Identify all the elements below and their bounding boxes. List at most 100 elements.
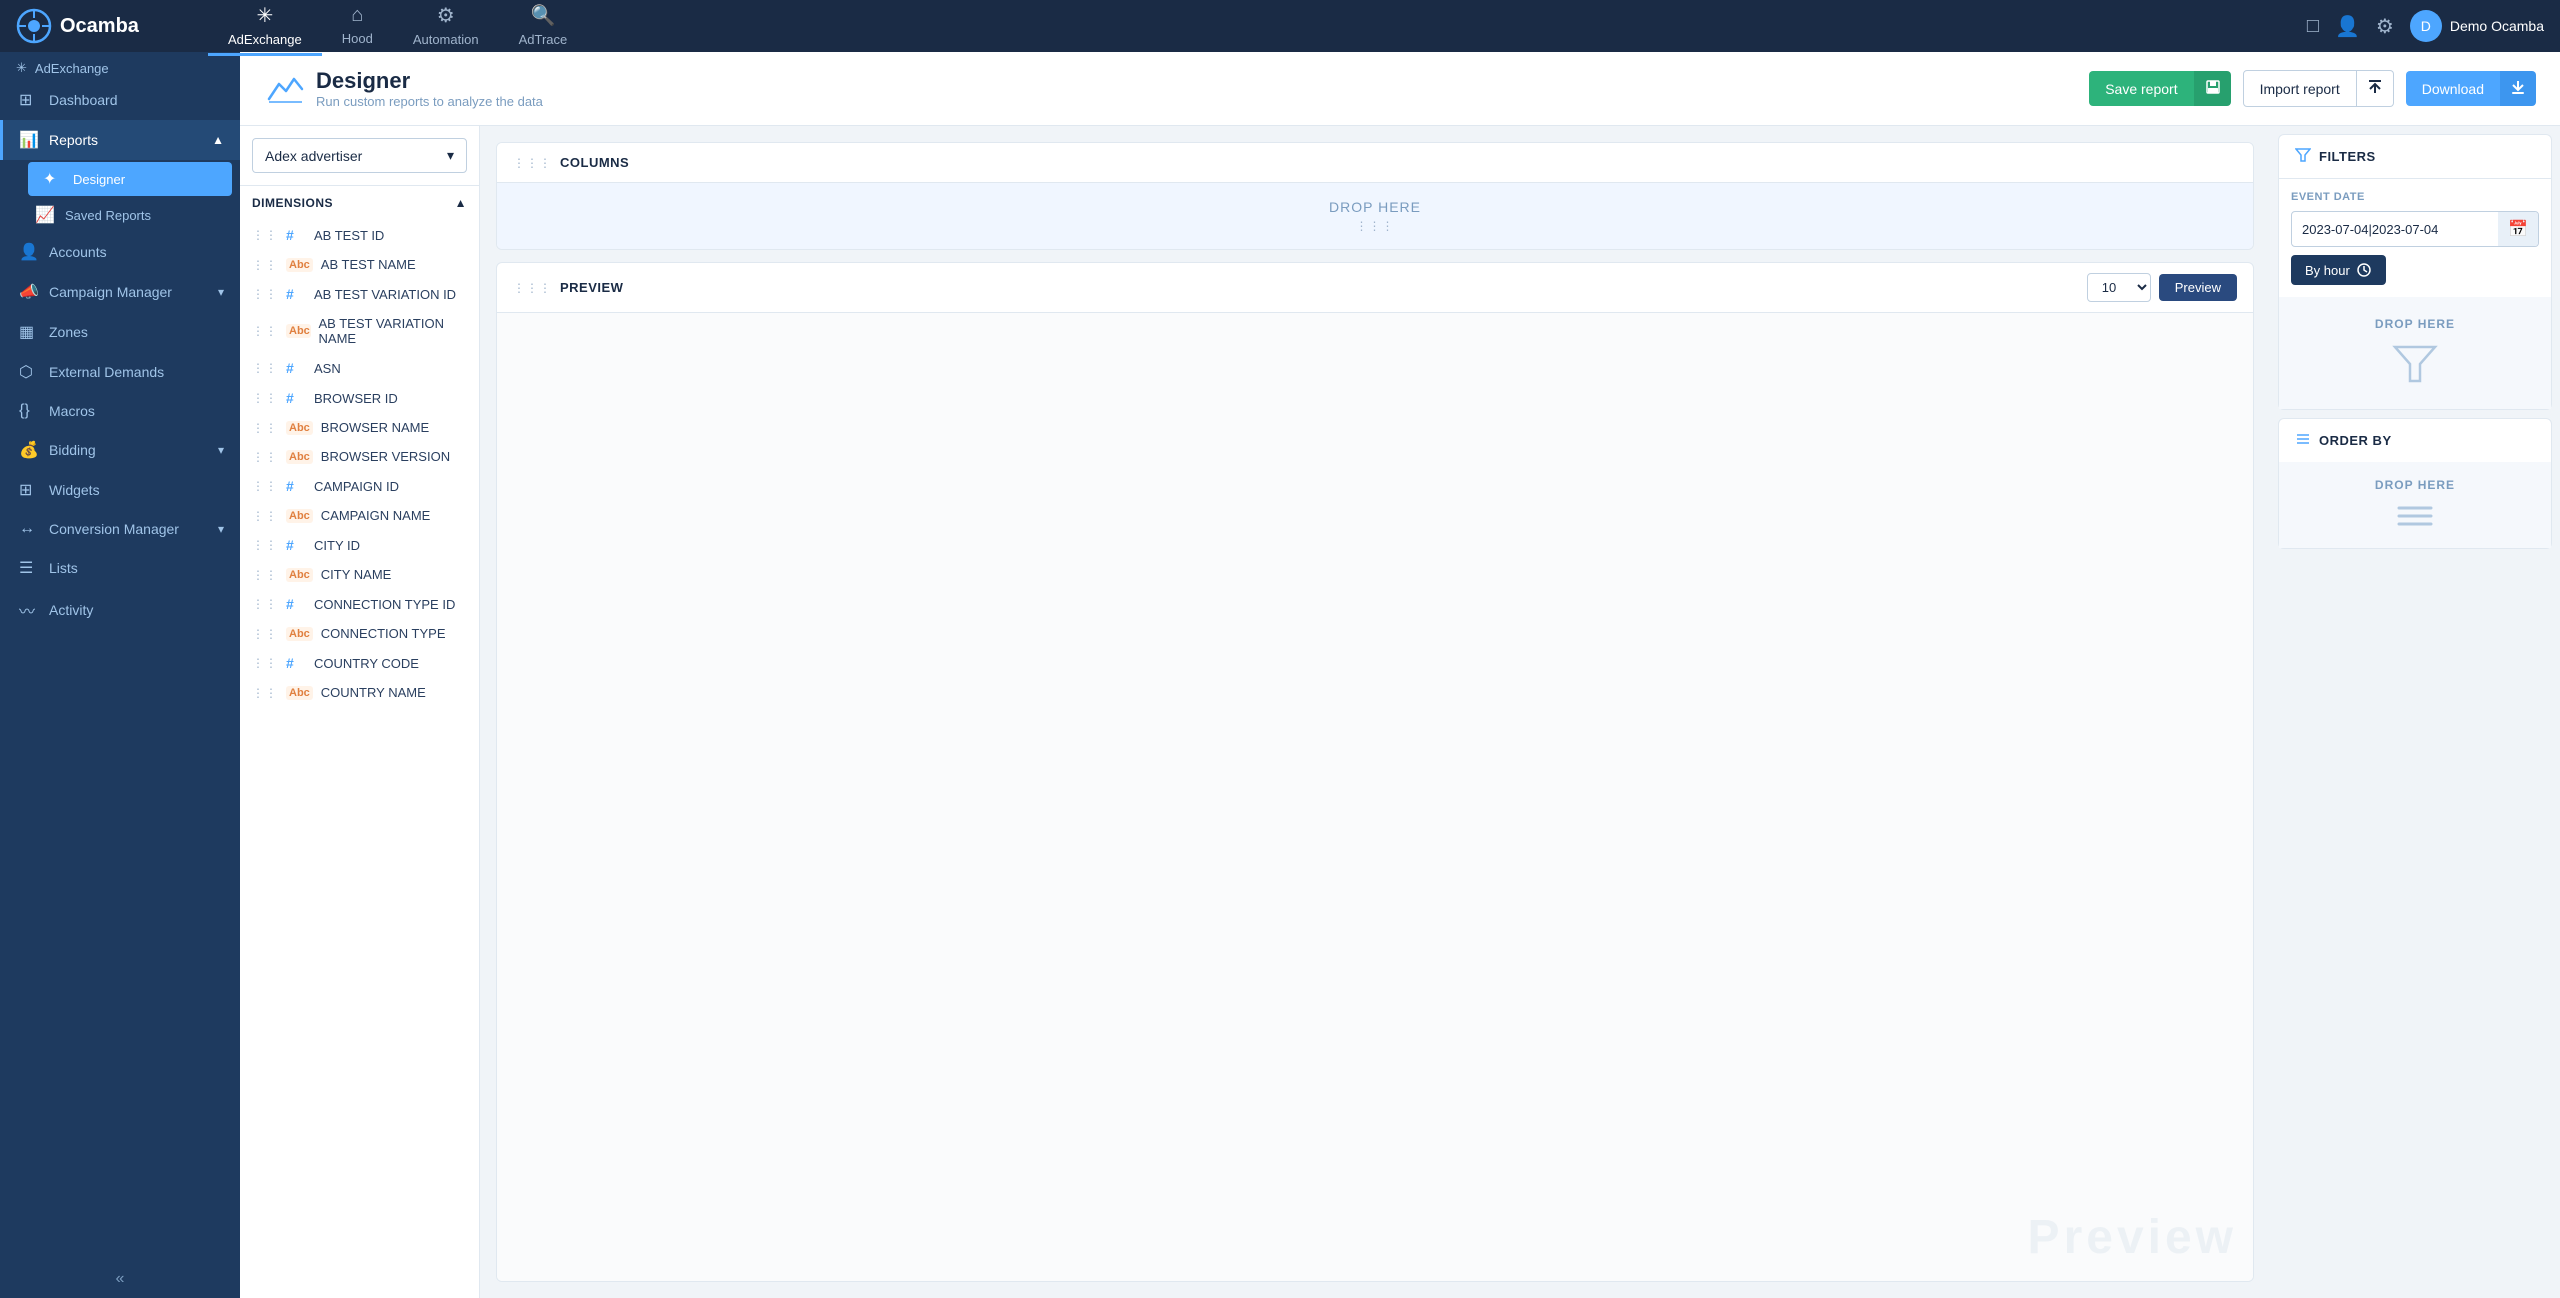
columns-drop-zone[interactable]: DROP HERE ⋮⋮⋮ bbox=[497, 183, 2253, 249]
type-abc-icon: Abc bbox=[286, 324, 311, 338]
preview-header-right: 10 25 50 100 Preview bbox=[2087, 273, 2237, 302]
preview-count-select[interactable]: 10 25 50 100 bbox=[2087, 273, 2151, 302]
list-item[interactable]: ⋮⋮ # COUNTRY CODE bbox=[240, 648, 479, 678]
list-item[interactable]: ⋮⋮ Abc BROWSER VERSION bbox=[240, 442, 479, 471]
logo[interactable]: Ocamba bbox=[16, 8, 176, 44]
sidebar-item-zones[interactable]: ▦ Zones bbox=[0, 312, 240, 352]
by-hour-button[interactable]: By hour bbox=[2291, 255, 2386, 285]
sidebar-item-reports[interactable]: 📊 Reports ▲ bbox=[0, 120, 240, 160]
page-header-text: Designer Run custom reports to analyze t… bbox=[316, 68, 543, 109]
page-title: Designer bbox=[316, 68, 543, 94]
sidebar-item-dashboard[interactable]: ⊞ Dashboard bbox=[0, 80, 240, 120]
dimensions-collapse-icon[interactable]: ▲ bbox=[455, 196, 467, 210]
list-item[interactable]: ⋮⋮ Abc CAMPAIGN NAME bbox=[240, 501, 479, 530]
columns-header: ⋮⋮⋮ COLUMNS bbox=[497, 143, 2253, 183]
sidebar-item-activity[interactable]: 〰 Activity bbox=[0, 588, 240, 632]
drag-handle-icon: ⋮⋮ bbox=[252, 228, 278, 242]
list-item[interactable]: ⋮⋮ Abc CONNECTION TYPE bbox=[240, 619, 479, 648]
calendar-icon[interactable]: 📅 bbox=[2498, 212, 2538, 246]
order-drop-text: DROP HERE bbox=[2375, 478, 2455, 492]
sidebar-item-campaign-manager[interactable]: 📣 Campaign Manager ▾ bbox=[0, 272, 240, 312]
type-hash-icon: # bbox=[286, 596, 306, 612]
sidebar-item-widgets[interactable]: ⊞ Widgets bbox=[0, 470, 240, 510]
filter-drop-icon bbox=[2390, 339, 2440, 389]
type-abc-icon: Abc bbox=[286, 568, 313, 582]
save-report-icon-button[interactable] bbox=[2194, 71, 2231, 106]
order-drop-icon bbox=[2395, 500, 2435, 532]
list-item[interactable]: ⋮⋮ Abc AB TEST NAME bbox=[240, 250, 479, 279]
sidebar-item-bidding[interactable]: 💰 Bidding ▾ bbox=[0, 430, 240, 470]
drag-handle-icon: ⋮⋮ bbox=[252, 509, 278, 523]
drag-handle-icon: ⋮⋮ bbox=[252, 421, 278, 435]
inbox-icon[interactable]: □ bbox=[2307, 15, 2319, 38]
list-item[interactable]: ⋮⋮ # CITY ID bbox=[240, 530, 479, 560]
order-by-drop-zone[interactable]: DROP HERE bbox=[2279, 462, 2551, 548]
download-button[interactable]: Download bbox=[2406, 71, 2500, 106]
nav-automation[interactable]: ⚙ Automation bbox=[393, 0, 499, 56]
page-header-actions: Save report Import report bbox=[2089, 70, 2536, 107]
content-area: Designer Run custom reports to analyze t… bbox=[240, 52, 2560, 1298]
sidebar-collapse-button[interactable]: « bbox=[0, 1260, 240, 1298]
preview-header: ⋮⋮⋮ PREVIEW 10 25 50 100 Preview bbox=[497, 263, 2253, 313]
page-subtitle: Run custom reports to analyze the data bbox=[316, 94, 543, 109]
dimension-type-select[interactable]: Adex advertiser ▾ bbox=[252, 138, 467, 173]
type-hash-icon: # bbox=[286, 655, 306, 671]
lists-icon: ☰ bbox=[19, 558, 39, 578]
drag-handle-icon: ⋮⋮ bbox=[252, 324, 278, 338]
preview-section: ⋮⋮⋮ PREVIEW 10 25 50 100 Preview bbox=[496, 262, 2254, 1282]
sidebar-item-external-demands[interactable]: ⬡ External Demands bbox=[0, 352, 240, 392]
preview-header-left: ⋮⋮⋮ PREVIEW bbox=[513, 280, 623, 295]
filters-drop-zone[interactable]: DROP HERE bbox=[2279, 297, 2551, 409]
order-by-header: ORDER BY bbox=[2279, 419, 2551, 462]
top-nav-right: □ 👤 ⚙ D Demo Ocamba bbox=[2307, 10, 2544, 42]
date-input[interactable] bbox=[2292, 215, 2498, 244]
list-item[interactable]: ⋮⋮ # AB TEST ID bbox=[240, 220, 479, 250]
top-navigation: Ocamba ✳ AdExchange ⌂ Hood ⚙ Automation … bbox=[0, 0, 2560, 52]
list-item[interactable]: ⋮⋮ # CONNECTION TYPE ID bbox=[240, 589, 479, 619]
order-by-title: ORDER BY bbox=[2319, 433, 2392, 448]
user-card-icon[interactable]: 👤 bbox=[2335, 14, 2360, 39]
list-item[interactable]: ⋮⋮ Abc COUNTRY NAME bbox=[240, 678, 479, 707]
type-abc-icon: Abc bbox=[286, 450, 313, 464]
type-hash-icon: # bbox=[286, 227, 306, 243]
preview-button[interactable]: Preview bbox=[2159, 274, 2237, 301]
list-item[interactable]: ⋮⋮ # CAMPAIGN ID bbox=[240, 471, 479, 501]
settings-icon[interactable]: ⚙ bbox=[2376, 14, 2394, 39]
nav-adexchange[interactable]: ✳ AdExchange bbox=[208, 0, 322, 56]
sidebar-item-saved-reports[interactable]: 📈 Saved Reports bbox=[20, 198, 240, 232]
preview-watermark: Preview bbox=[2028, 1210, 2237, 1265]
adtrace-icon: 🔍 bbox=[530, 3, 555, 28]
download-icon-button[interactable] bbox=[2500, 71, 2536, 106]
sidebar-item-accounts[interactable]: 👤 Accounts bbox=[0, 232, 240, 272]
list-item[interactable]: ⋮⋮ # BROWSER ID bbox=[240, 383, 479, 413]
sidebar-item-lists[interactable]: ☰ Lists bbox=[0, 548, 240, 588]
drag-handle-icon: ⋮⋮ bbox=[252, 391, 278, 405]
list-item[interactable]: ⋮⋮ # ASN bbox=[240, 353, 479, 383]
designer-header-icon bbox=[264, 69, 304, 109]
nav-adtrace[interactable]: 🔍 AdTrace bbox=[499, 0, 588, 56]
list-item[interactable]: ⋮⋮ Abc AB TEST VARIATION NAME bbox=[240, 309, 479, 353]
list-item[interactable]: ⋮⋮ Abc BROWSER NAME bbox=[240, 413, 479, 442]
import-report-button[interactable]: Import report bbox=[2243, 70, 2357, 107]
reports-icon: 📊 bbox=[19, 130, 39, 150]
sidebar-item-conversion-manager[interactable]: ↔ Conversion Manager ▾ bbox=[0, 510, 240, 548]
save-report-button[interactable]: Save report bbox=[2089, 71, 2193, 106]
drag-handle-icon: ⋮⋮ bbox=[252, 450, 278, 464]
nav-hood[interactable]: ⌂ Hood bbox=[322, 0, 393, 55]
drag-handle-icon: ⋮⋮ bbox=[252, 686, 278, 700]
type-abc-icon: Abc bbox=[286, 258, 313, 272]
list-item[interactable]: ⋮⋮ # AB TEST VARIATION ID bbox=[240, 279, 479, 309]
user-section[interactable]: D Demo Ocamba bbox=[2410, 10, 2544, 42]
columns-drop-icon: ⋮⋮⋮ bbox=[1356, 219, 1395, 233]
sidebar-sub-reports: ✦ Designer 📈 Saved Reports bbox=[0, 160, 240, 232]
type-hash-icon: # bbox=[286, 478, 306, 494]
drag-handle-icon: ⋮⋮ bbox=[252, 287, 278, 301]
sidebar-item-designer[interactable]: ✦ Designer bbox=[28, 162, 232, 196]
drag-handle-icon: ⋮⋮ bbox=[252, 568, 278, 582]
bidding-icon: 💰 bbox=[19, 440, 39, 460]
main-layout: ✳ AdExchange ⊞ Dashboard 📊 Reports ▲ ✦ D… bbox=[0, 52, 2560, 1298]
sidebar-item-macros[interactable]: {} Macros bbox=[0, 392, 240, 430]
import-report-icon-button[interactable] bbox=[2357, 70, 2394, 107]
preview-drag-icon: ⋮⋮⋮ bbox=[513, 281, 552, 295]
list-item[interactable]: ⋮⋮ Abc CITY NAME bbox=[240, 560, 479, 589]
